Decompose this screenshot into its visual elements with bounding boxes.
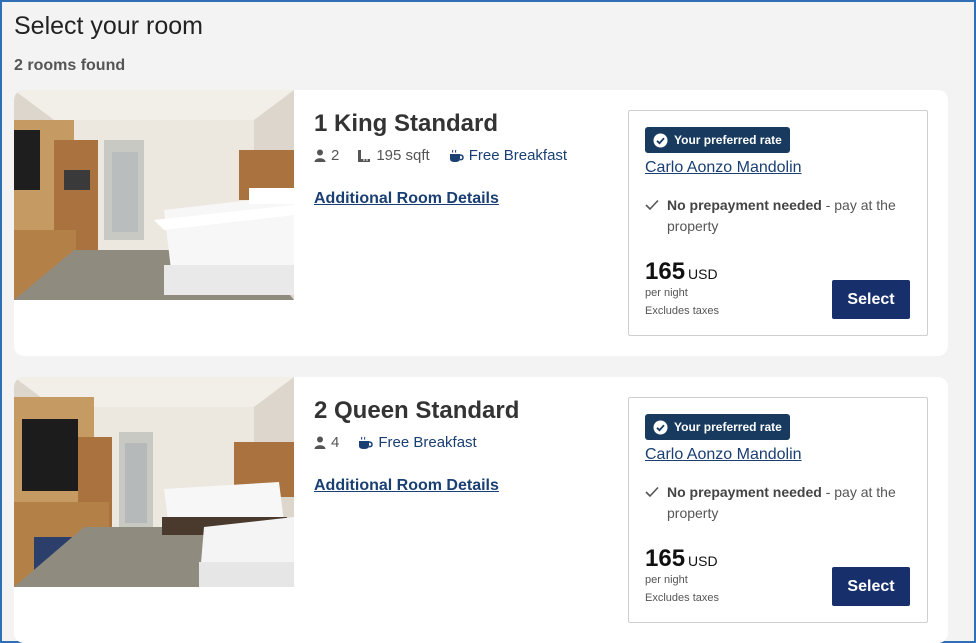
badge-label: Your preferred rate — [674, 133, 782, 147]
price-amount: 165 — [645, 258, 686, 285]
room-size-value: 195 sqft — [376, 147, 430, 164]
price-currency: USD — [688, 553, 718, 569]
room-size: 195 sqft — [357, 147, 430, 164]
amenity-breakfast: Free Breakfast — [357, 434, 477, 451]
price: 165 USD — [645, 545, 718, 573]
prepayment-info: No prepayment needed - pay at the proper… — [645, 482, 915, 524]
price-amount: 165 — [645, 545, 686, 572]
select-button[interactable]: Select — [832, 567, 910, 606]
select-button[interactable]: Select — [832, 280, 910, 319]
guest-count: 4 — [331, 434, 340, 451]
room-card-king: 1 King Standard 2 195 sqft Free Breakfas… — [14, 90, 948, 356]
guest-capacity: 2 — [314, 147, 339, 164]
badge-label: Your preferred rate — [674, 420, 782, 434]
checkmark-icon — [645, 486, 659, 498]
checkmark-icon — [645, 199, 659, 211]
preferred-rate-badge: Your preferred rate — [645, 414, 790, 440]
coffee-cup-icon — [449, 149, 464, 162]
amenity-breakfast: Free Breakfast — [448, 147, 567, 164]
prepayment-bold: No prepayment needed — [667, 484, 822, 500]
room-card-queen: 2 Queen Standard 4 Free Breakfast Additi… — [14, 377, 948, 643]
taxes-note: Excludes taxes — [645, 305, 719, 317]
room-meta: 4 Free Breakfast — [314, 434, 495, 451]
person-icon — [314, 436, 326, 449]
room-photo-king[interactable] — [14, 90, 294, 300]
room-name: 2 Queen Standard — [314, 397, 520, 424]
rate-plan-link[interactable]: Carlo Aonzo Mandolin — [645, 159, 802, 177]
rooms-found-count: 2 rooms found — [14, 57, 126, 74]
rate-box: Your preferred rate Carlo Aonzo Mandolin… — [628, 110, 928, 336]
person-icon — [314, 149, 326, 162]
preferred-rate-badge: Your preferred rate — [645, 127, 790, 153]
amenity-label: Free Breakfast — [378, 434, 477, 451]
additional-room-details-link[interactable]: Additional Room Details — [314, 477, 499, 495]
price: 165 USD — [645, 258, 718, 286]
per-night-label: per night — [645, 287, 688, 299]
coffee-cup-icon — [359, 436, 374, 449]
room-photo-queen[interactable] — [14, 377, 294, 587]
taxes-note: Excludes taxes — [645, 592, 719, 604]
guest-count: 2 — [331, 147, 340, 164]
price-currency: USD — [688, 266, 718, 282]
rate-box: Your preferred rate Carlo Aonzo Mandolin… — [628, 397, 928, 623]
ruler-icon — [358, 149, 371, 162]
guest-capacity: 4 — [314, 434, 339, 451]
per-night-label: per night — [645, 574, 688, 586]
additional-room-details-link[interactable]: Additional Room Details — [314, 190, 499, 208]
page-title: Select your room — [14, 12, 203, 40]
prepayment-info: No prepayment needed - pay at the proper… — [645, 195, 915, 237]
amenity-label: Free Breakfast — [468, 147, 568, 164]
rate-plan-link[interactable]: Carlo Aonzo Mandolin — [645, 446, 802, 464]
prepayment-bold: No prepayment needed — [667, 197, 822, 213]
check-circle-icon — [653, 133, 668, 147]
room-name: 1 King Standard — [314, 110, 499, 137]
room-meta: 2 195 sqft Free Breakfast — [314, 147, 585, 164]
check-circle-icon — [653, 420, 668, 434]
